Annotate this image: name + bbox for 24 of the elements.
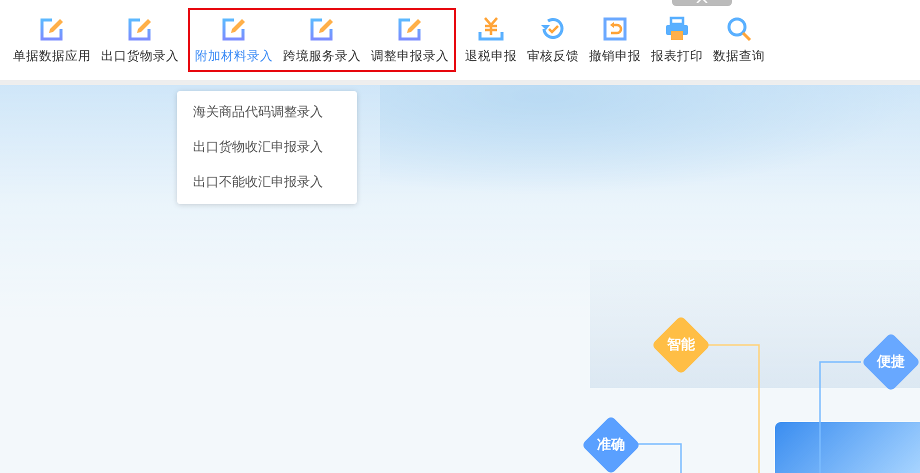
- collapse-handle[interactable]: [672, 0, 732, 6]
- toolbar-button[interactable]: 撤销申报: [584, 16, 646, 64]
- yen-tray-icon: [478, 16, 504, 42]
- feature-badge: 便捷: [861, 332, 920, 392]
- toolbar-button[interactable]: 退税申报: [460, 16, 522, 64]
- toolbar-button[interactable]: 单据数据应用: [8, 16, 96, 64]
- toolbar-button[interactable]: 出口货物录入: [96, 16, 184, 64]
- toolbar-button[interactable]: 调整申报录入: [366, 16, 454, 64]
- undo-icon: [602, 16, 628, 42]
- feature-badge: 准确: [581, 415, 641, 473]
- toolbar-button[interactable]: 数据查询: [708, 16, 770, 64]
- edit-icon: [127, 16, 153, 42]
- toolbar-button[interactable]: 跨境服务录入: [278, 16, 366, 64]
- edit-icon: [309, 16, 335, 42]
- edit-icon: [221, 16, 247, 42]
- menu-item[interactable]: 海关商品代码调整录入: [177, 95, 357, 130]
- menu-item[interactable]: 出口不能收汇申报录入: [177, 165, 357, 200]
- menu-item[interactable]: 出口货物收汇申报录入: [177, 130, 357, 165]
- edit-icon: [39, 16, 65, 42]
- toolbar-button[interactable]: 报表打印: [646, 16, 708, 64]
- search-icon: [726, 16, 752, 42]
- printer-icon: [664, 16, 690, 42]
- edit-icon: [397, 16, 423, 42]
- toolbar-button[interactable]: 审核反馈: [522, 16, 584, 64]
